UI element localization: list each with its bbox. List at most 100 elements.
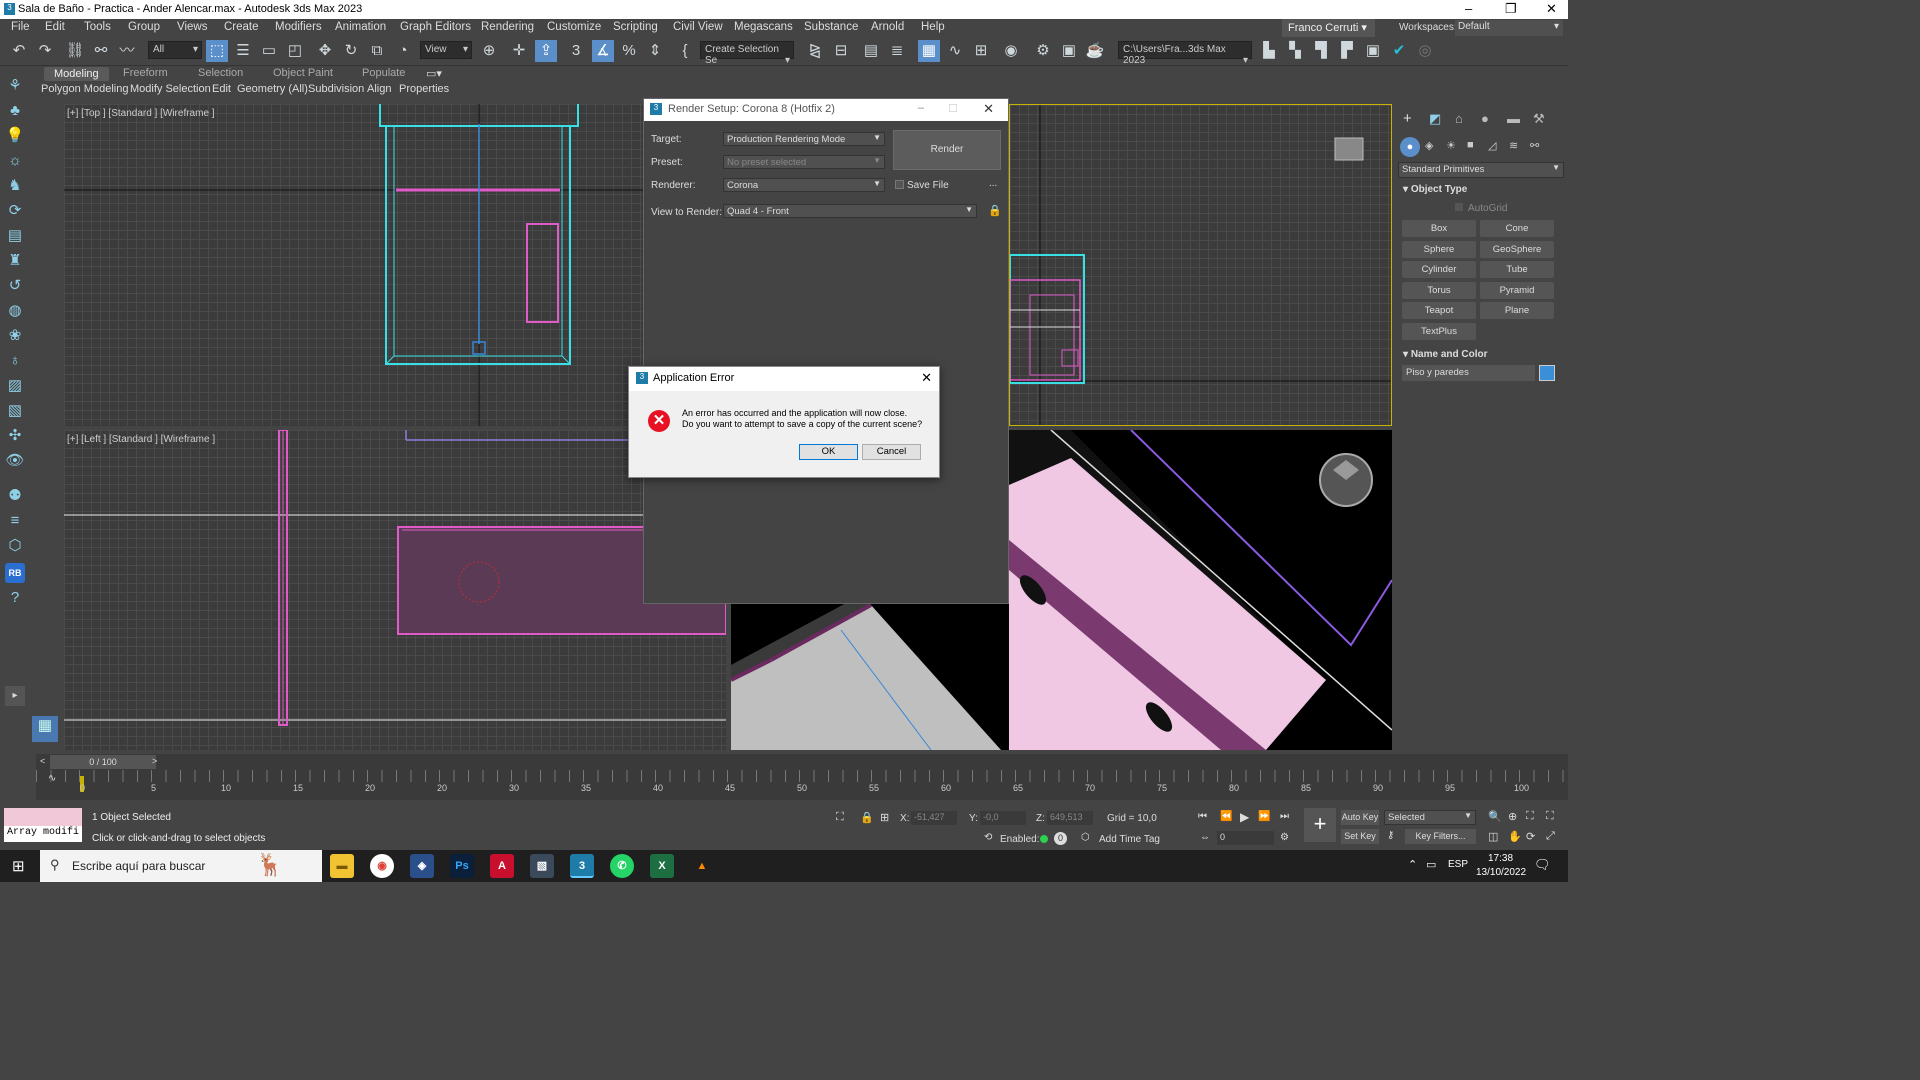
create-icon[interactable]: ⚘ — [5, 76, 25, 96]
file-explorer-icon[interactable]: ▬ — [330, 854, 354, 878]
key-mode-icon[interactable]: ⇔ — [1200, 832, 1210, 843]
menu-arnold[interactable]: Arnold — [871, 21, 904, 33]
ribbon-panel-polygon-modeling[interactable]: Polygon Modeling — [41, 83, 128, 95]
whatsapp-icon[interactable]: ✆ — [610, 854, 634, 878]
menu-graph-editors[interactable]: Graph Editors — [400, 21, 471, 33]
light-icon[interactable]: 💡 — [5, 126, 25, 146]
render-setup-maximize-icon[interactable]: ☐ — [948, 102, 958, 115]
taskbar-search-box[interactable]: ⚲ Escribe aquí para buscar 🦌 — [40, 850, 322, 882]
play-icon[interactable]: ▶ — [1240, 810, 1249, 824]
network-icon[interactable]: ▭ — [1426, 858, 1436, 871]
help-icon[interactable]: ? — [5, 588, 25, 608]
set-key-icon[interactable]: + — [1304, 808, 1336, 842]
shapes-icon[interactable]: ◈ — [1425, 139, 1433, 152]
selection-lock-icon[interactable]: 🔒 — [860, 811, 874, 824]
menu-substance[interactable]: Substance — [804, 21, 858, 33]
revit-icon[interactable]: ▧ — [530, 854, 554, 878]
eye-icon[interactable]: 👁 — [5, 451, 25, 471]
lock-icon[interactable]: 🔒 — [988, 204, 1002, 217]
time-slider[interactable]: < 0 / 100 > — [36, 754, 1568, 770]
cancel-button[interactable]: Cancel — [862, 444, 921, 460]
render-button[interactable]: Render — [893, 130, 1001, 170]
track-bar[interactable]: ∿ 0 5 10 15 20 20 30 35 40 45 50 55 60 6… — [36, 770, 1568, 800]
mirror-icon[interactable]: ⧎ — [804, 40, 826, 62]
absolute-mode-icon[interactable]: ⊞ — [880, 811, 889, 824]
ribbon-options-icon[interactable]: ▭▾ — [426, 67, 442, 80]
plane-button[interactable]: Plane — [1480, 302, 1554, 319]
save-folder-icon[interactable]: ▜ — [1310, 40, 1332, 62]
menu-customize[interactable]: Customize — [547, 21, 601, 33]
sun-icon[interactable]: ☼ — [5, 151, 25, 171]
menu-group[interactable]: Group — [128, 21, 160, 33]
ribbon-tab-freeform[interactable]: Freeform — [123, 67, 168, 79]
rotate-icon[interactable]: ↻ — [340, 40, 362, 62]
zoom-extents-icon[interactable]: ⛶ — [1526, 810, 1534, 823]
transform-icon[interactable]: ✣ — [5, 426, 25, 446]
vlc-icon[interactable]: ▲ — [690, 854, 714, 878]
field-of-view-icon[interactable]: ◫ — [1488, 830, 1498, 843]
link-icon[interactable]: ⛓ — [64, 40, 86, 62]
align-icon[interactable]: ⊟ — [830, 40, 852, 62]
menu-scripting[interactable]: Scripting — [613, 21, 658, 33]
book-icon[interactable]: ▤ — [5, 226, 25, 246]
select-object-icon[interactable]: ⬚ — [206, 40, 228, 62]
menu-modifiers[interactable]: Modifiers — [275, 21, 322, 33]
move-icon[interactable]: ✥ — [314, 40, 336, 62]
clock-date[interactable]: 13/10/2022 — [1476, 867, 1526, 878]
render-setup-close-icon[interactable]: ✕ — [983, 101, 994, 117]
user-account-dropdown[interactable]: Franco Cerruti ▾ — [1282, 19, 1375, 37]
adaptive-degradation-icon[interactable]: ⟲ — [984, 832, 992, 843]
named-selection-dropdown[interactable]: Create Selection Se ▾ — [700, 41, 794, 66]
ribbon-tab-selection[interactable]: Selection — [198, 67, 243, 79]
ribbon-panel-edit[interactable]: Edit — [212, 83, 231, 95]
helpers-icon[interactable]: ◿ — [1488, 139, 1496, 152]
next-frame-icon[interactable]: ⏩ — [1258, 811, 1270, 822]
menu-rendering[interactable]: Rendering — [481, 21, 534, 33]
scene-states-icon[interactable]: ♜ — [5, 251, 25, 271]
3dsmax-icon[interactable]: 3 — [570, 854, 594, 878]
save-icon[interactable]: ▣ — [1362, 40, 1384, 62]
chrome-icon[interactable]: ◉ — [370, 854, 394, 878]
excel-icon[interactable]: X — [650, 854, 674, 878]
expand-icon[interactable]: ▸ — [5, 686, 25, 706]
object-name-field[interactable]: Piso y paredes — [1402, 365, 1535, 381]
goto-start-icon[interactable]: ⏮ — [1198, 811, 1207, 822]
select-manipulate-icon[interactable]: ✛ — [508, 40, 530, 62]
ribbon-toggle-icon[interactable]: ▦ — [918, 40, 940, 62]
spinner-snap-icon[interactable]: ⇕ — [644, 40, 666, 62]
menu-file[interactable]: File — [11, 21, 30, 33]
unlink-icon[interactable]: ⚯ — [90, 40, 112, 62]
renderer-dropdown[interactable]: Corona ▼ — [723, 178, 885, 192]
globe-icon[interactable]: ◍ — [5, 301, 25, 321]
lights-icon[interactable]: ☀ — [1446, 139, 1456, 152]
mini-curve-editor-icon[interactable]: ∿ — [48, 773, 56, 784]
bulb-icon[interactable]: ♁ — [5, 351, 25, 371]
ribbon-tab-modeling[interactable]: Modeling — [44, 67, 109, 81]
archive-icon[interactable]: ▛ — [1336, 40, 1358, 62]
rendered-frame-window-icon[interactable]: ▣ — [1058, 40, 1080, 62]
ribbon-panel-align[interactable]: Align — [367, 83, 391, 95]
viewport-left[interactable]: [+] [Left ] [Standard ] [Wireframe ] — [64, 430, 726, 750]
teapot-button[interactable]: Teapot — [1402, 302, 1476, 319]
time-config-icon[interactable]: ⚙ — [1280, 832, 1289, 843]
scene-converter-icon[interactable]: ⟳ — [5, 201, 25, 221]
reference-coord-dropdown[interactable]: View ▾ — [420, 41, 472, 59]
display-tab-icon[interactable]: ▬ — [1507, 111, 1520, 126]
pyramid-button[interactable]: Pyramid — [1480, 282, 1554, 299]
tray-chevron-icon[interactable]: ⌃ — [1408, 858, 1417, 871]
refresh-icon[interactable]: ↺ — [5, 276, 25, 296]
autogrid-checkbox[interactable] — [1455, 203, 1463, 211]
time-slider-next-icon[interactable]: > — [152, 756, 157, 766]
current-frame-field[interactable]: 0 — [1217, 831, 1274, 845]
curve-editor-icon[interactable]: ∿ — [944, 40, 966, 62]
modify-tab-icon[interactable]: ◩ — [1429, 111, 1441, 127]
y-coordinate-field[interactable]: -0,0 — [980, 811, 1026, 825]
key-filters-button[interactable]: Key Filters... — [1405, 829, 1476, 844]
hierarchy-tab-icon[interactable]: ⌂ — [1455, 111, 1463, 126]
spacewarps-icon[interactable]: ≋ — [1509, 139, 1518, 152]
goto-end-icon[interactable]: ⏭ — [1280, 811, 1289, 822]
material-editor-icon[interactable]: ◉ — [1000, 40, 1022, 62]
snaps-toggle-icon[interactable]: 3 — [565, 40, 587, 62]
prev-frame-icon[interactable]: ⏪ — [1220, 811, 1232, 822]
torus-button[interactable]: Torus — [1402, 282, 1476, 299]
